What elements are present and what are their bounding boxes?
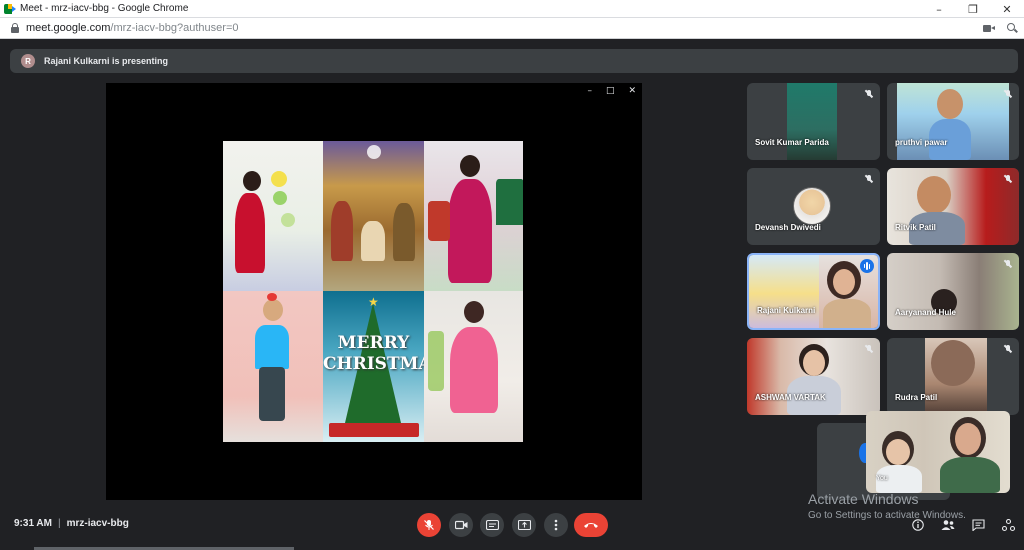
people-icon — [941, 520, 955, 530]
camera-icon[interactable] — [983, 24, 995, 33]
participant-name: Aaryanand Hule — [895, 308, 956, 317]
star-icon: ★ — [368, 295, 379, 309]
mic-off-icon — [1003, 174, 1013, 184]
maximize-button[interactable]: ❐ — [956, 0, 990, 18]
lock-icon[interactable] — [10, 23, 20, 33]
camera-toggle-button[interactable] — [449, 513, 473, 537]
participant-tile[interactable]: ASHWAM VARTAK — [747, 338, 880, 415]
meeting-code: mrz-iacv-bbg — [66, 518, 129, 529]
window-controls: – ❐ ✕ — [922, 0, 1024, 18]
captions-button[interactable] — [480, 513, 504, 537]
meeting-info-separator: | — [57, 518, 61, 529]
captions-icon — [485, 520, 499, 530]
collage-photo-girl-pink-gown — [424, 291, 523, 442]
mic-off-icon — [864, 344, 874, 354]
activities-button[interactable] — [1000, 518, 1016, 532]
participant-name: Rudra Patil — [895, 393, 938, 402]
minimize-button[interactable]: – — [922, 0, 956, 18]
presenting-banner: R Rajani Kulkarni is presenting — [10, 49, 1018, 73]
leave-call-button[interactable] — [574, 513, 608, 537]
presentation-close-icon[interactable]: ✕ — [628, 86, 636, 96]
participant-name: pruthvi pawar — [895, 138, 948, 147]
present-now-button[interactable] — [512, 513, 536, 537]
participant-avatar — [793, 187, 831, 225]
mic-off-icon — [864, 174, 874, 184]
presentation-window-controls: – □ ✕ — [587, 86, 636, 96]
presentation-maximize-icon[interactable]: □ — [606, 86, 615, 96]
participant-tile-active-speaker[interactable]: Rajani Kulkarni — [747, 253, 880, 330]
mic-off-icon — [1003, 344, 1013, 354]
participant-name: Rajani Kulkarni — [757, 306, 816, 315]
collage-photo-merry-christmas-tree: ★ MERRYCHRISTMAS — [323, 291, 424, 442]
zoom-icon[interactable] — [1007, 23, 1018, 34]
self-view[interactable]: You — [866, 411, 1010, 493]
window-titlebar: Meet - mrz-iacv-bbg - Google Chrome – ❐ … — [0, 0, 1024, 18]
mic-off-icon — [424, 520, 434, 530]
participant-name: Ritvik Patil — [895, 223, 936, 232]
microphone-toggle-button[interactable] — [417, 513, 441, 537]
activities-icon — [1001, 518, 1015, 531]
collage-photo-boy-blue-shirt — [223, 291, 323, 442]
present-screen-icon — [517, 519, 531, 530]
window-title: Meet - mrz-iacv-bbg - Google Chrome — [20, 3, 189, 14]
participant-tile[interactable]: Devansh Dwivedi — [747, 168, 880, 245]
collage-photo-nativity-scene — [323, 141, 424, 291]
meeting-info: 9:31 AM | mrz-iacv-bbg — [14, 518, 129, 529]
mic-off-icon — [1003, 89, 1013, 99]
participant-tile[interactable]: Ritvik Patil — [887, 168, 1019, 245]
participant-name: ASHWAM VARTAK — [755, 393, 826, 402]
close-window-button[interactable]: ✕ — [990, 0, 1024, 18]
participant-tile[interactable]: Aaryanand Hule — [887, 253, 1019, 330]
google-meet-logo-icon — [4, 3, 16, 14]
participant-tile[interactable]: pruthvi pawar — [887, 83, 1019, 160]
url-text[interactable]: meet.google.com/mrz-iacv-bbg?authuser=0 — [26, 22, 238, 34]
chat-icon — [971, 519, 985, 531]
collage-photo-girl-pink-dress — [424, 141, 523, 291]
participant-tile[interactable]: Sovit Kumar Parida — [747, 83, 880, 160]
self-view-label: You — [876, 475, 888, 482]
hang-up-icon — [584, 523, 598, 528]
info-icon — [912, 519, 924, 531]
presentation-minimize-icon[interactable]: – — [587, 86, 592, 96]
participants-button[interactable] — [940, 518, 956, 532]
meeting-details-button[interactable] — [910, 518, 926, 532]
url-path: /mrz-iacv-bbg?authuser=0 — [110, 22, 239, 34]
activate-windows-title: Activate Windows — [808, 491, 919, 507]
mic-off-icon — [1003, 259, 1013, 269]
participant-video — [787, 83, 837, 160]
merry-christmas-text: MERRYCHRISTMAS — [323, 333, 424, 374]
address-bar-actions — [983, 20, 1018, 37]
more-vertical-icon — [554, 519, 558, 531]
speaking-indicator-icon — [860, 259, 874, 273]
chat-button[interactable] — [970, 518, 986, 532]
url-host: meet.google.com — [26, 22, 111, 34]
participant-name: Devansh Dwivedi — [755, 223, 821, 232]
mic-off-icon — [864, 89, 874, 99]
presentation-stage[interactable]: – □ ✕ ★ MERRY CHRISTM — [106, 83, 642, 500]
collage-photo-girl-red-dress — [223, 141, 323, 291]
annual-day-poster — [749, 255, 819, 328]
participant-video — [887, 253, 1019, 330]
shared-collage-image: ★ MERRYCHRISTMAS — [223, 141, 523, 442]
video-camera-icon — [454, 520, 467, 530]
presenting-text: Rajani Kulkarni is presenting — [44, 56, 169, 66]
meeting-time: 9:31 AM — [14, 518, 52, 529]
presenter-avatar: R — [21, 54, 35, 68]
right-controls — [910, 518, 1016, 532]
participant-name: Sovit Kumar Parida — [755, 138, 829, 147]
address-bar[interactable]: meet.google.com/mrz-iacv-bbg?authuser=0 — [0, 18, 1024, 39]
participant-tile[interactable]: Rudra Patil — [887, 338, 1019, 415]
more-options-button[interactable] — [544, 513, 568, 537]
